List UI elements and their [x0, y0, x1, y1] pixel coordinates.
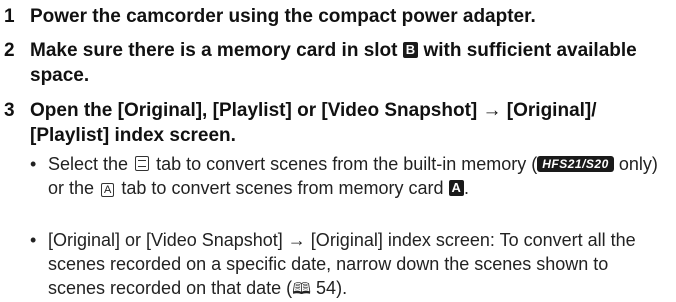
bullet-text-part: tab to convert scenes from memory card: [121, 178, 444, 198]
bullet-text: Select the tab to convert scenes from th…: [48, 152, 664, 200]
memory-card-a-icon: A: [448, 180, 464, 196]
bullet-item: • Select the tab to convert scenes from …: [30, 152, 664, 200]
step-text: Power the camcorder using the compact po…: [30, 6, 536, 27]
step-text: Make sure there is a memory card in slot…: [30, 38, 666, 88]
step-number: 3: [4, 100, 15, 121]
step-3: 3 Open the [Original], [Playlist] or [Vi…: [4, 98, 666, 148]
step-2: 2 Make sure there is a memory card in sl…: [4, 38, 666, 88]
memory-card-a-tab-icon: A: [101, 183, 115, 197]
model-badge: HFS21/S20: [537, 156, 614, 172]
bullet-text: [Original] or [Video Snapshot] → [Origin…: [48, 228, 664, 302]
page-reference: 54: [316, 278, 337, 298]
bullet-text-part: ).: [336, 278, 348, 298]
step-number: 2: [4, 40, 15, 61]
built-in-memory-tab-icon: [135, 156, 150, 171]
bullet-text-part: Select the: [48, 154, 129, 174]
bullet-dot: •: [30, 230, 37, 250]
bullet-text-part: .: [463, 178, 469, 198]
memory-slot-b-icon: B: [402, 42, 419, 58]
step-1: 1 Power the camcorder using the compact …: [4, 4, 666, 29]
step-number: 1: [4, 6, 15, 27]
step-text: Open the [Original], [Playlist] or [Vide…: [30, 100, 597, 146]
step-text-part: Make sure there is a memory card in slot: [30, 40, 398, 61]
bullet-text-part: tab to convert scenes from the built-in …: [156, 154, 538, 174]
bullet-item: • [Original] or [Video Snapshot] → [Orig…: [30, 228, 664, 302]
instruction-page: 1 Power the camcorder using the compact …: [0, 0, 676, 301]
bullet-dot: •: [30, 154, 37, 174]
book-reference-icon: 🕮: [292, 281, 312, 298]
